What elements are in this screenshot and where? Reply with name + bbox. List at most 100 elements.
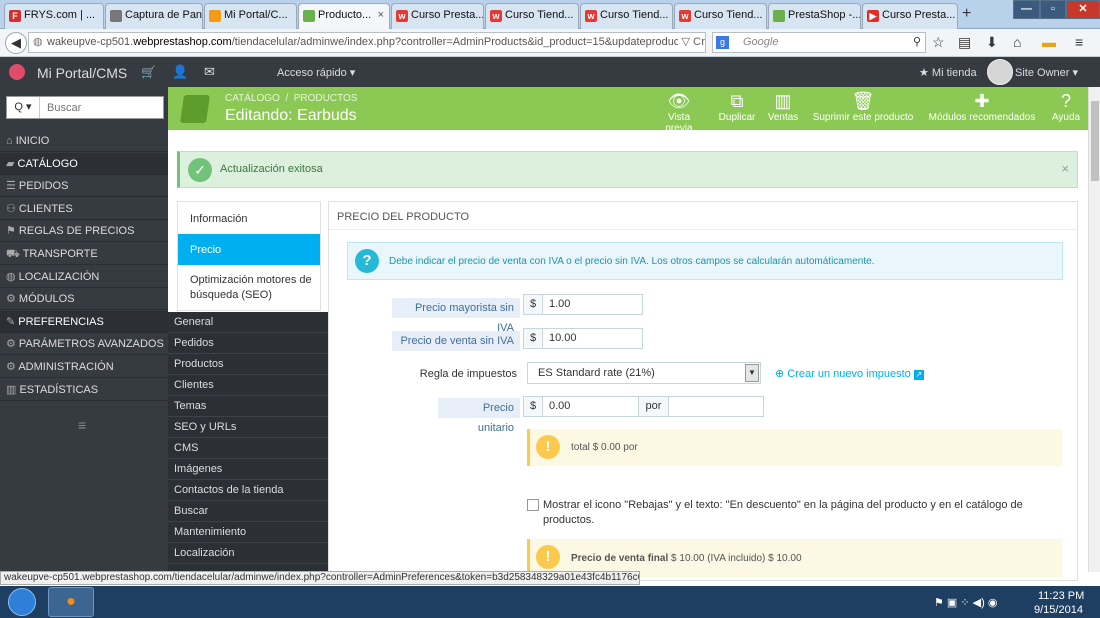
url-prefix: wakeupve-cp501. bbox=[47, 36, 134, 48]
select-arrow-icon[interactable]: ▼ bbox=[745, 364, 759, 382]
submenu-item[interactable]: Temas bbox=[168, 396, 330, 417]
user-menu[interactable]: Site Owner ▾ bbox=[1015, 66, 1078, 79]
browser-tab[interactable]: w Curso Tiend... bbox=[674, 3, 767, 29]
windows-start-icon[interactable] bbox=[8, 588, 36, 616]
sidebar-item-0[interactable]: ⌂ INICIO bbox=[0, 130, 168, 152]
product-tabs: Información Precio Optimización motores … bbox=[177, 201, 321, 311]
toolbar-button-5[interactable]: ? Ayuda bbox=[1048, 91, 1084, 123]
browser-tab[interactable]: Mi Portal/C... bbox=[204, 3, 297, 29]
submenu-item[interactable]: SEO y URLs bbox=[168, 417, 330, 438]
url-bar[interactable]: ◍ wakeupve-cp501.webprestashop.com/tiend… bbox=[28, 32, 706, 53]
create-tax-link[interactable]: ⊕ Crear un nuevo impuesto ↗ bbox=[775, 367, 924, 380]
sidebar-item-5[interactable]: ⛟ TRANSPORTE bbox=[0, 243, 168, 265]
page-scrollbar[interactable] bbox=[1088, 87, 1100, 572]
sidebar-item-1[interactable]: ▰ CATÁLOGO bbox=[0, 152, 168, 175]
sidebar-item-6[interactable]: ◍ LOCALIZACIÓN bbox=[0, 266, 168, 288]
sidebar-item-2[interactable]: ☰ PEDIDOS bbox=[0, 175, 168, 198]
submenu-item[interactable]: Imágenes bbox=[168, 459, 330, 480]
home-icon[interactable]: ⌂ bbox=[1013, 34, 1021, 50]
submenu-item[interactable]: Mantenimiento bbox=[168, 522, 330, 543]
toolbar-button-0[interactable]: 👁 Vista previa bbox=[653, 91, 705, 134]
wholesale-price-input[interactable]: 1.00 bbox=[542, 294, 643, 315]
download-icon[interactable]: ⬇ bbox=[986, 34, 998, 51]
submenu-item[interactable]: Localización bbox=[168, 543, 330, 564]
browser-tab[interactable]: Producto... × bbox=[298, 3, 390, 30]
maximize-button[interactable]: ▫ bbox=[1040, 0, 1066, 19]
tab-precio[interactable]: Precio bbox=[178, 234, 320, 265]
minimize-button[interactable]: — bbox=[1013, 0, 1040, 19]
breadcrumb: CATÁLOGO / PRODUCTOS bbox=[225, 93, 357, 104]
sidebar-item-4[interactable]: ⚑ REGLAS DE PRECIOS bbox=[0, 220, 168, 243]
tab-close-icon[interactable]: × bbox=[378, 9, 384, 21]
submenu-item[interactable]: Contactos de la tienda bbox=[168, 480, 330, 501]
toolbar-label: Duplicar bbox=[718, 112, 756, 123]
discount-label[interactable]: Mostrar el icono "Rebajas" y el texto: "… bbox=[543, 498, 1043, 528]
search-type-dropdown[interactable]: Q ▾ bbox=[7, 97, 40, 118]
toolbar-button-1[interactable]: ⧉ Duplicar bbox=[717, 91, 757, 123]
my-store-link[interactable]: ★ Mi tienda bbox=[919, 66, 977, 79]
back-arrow-icon[interactable]: ◀ bbox=[5, 32, 27, 54]
quick-access-menu[interactable]: Acceso rápido ▾ bbox=[277, 66, 355, 79]
user-icon[interactable]: 👤 bbox=[172, 64, 188, 80]
sidebar-item-icon: ⚑ bbox=[6, 225, 19, 238]
submenu-item[interactable]: Pedidos bbox=[168, 333, 330, 354]
submenu-item[interactable]: General bbox=[168, 312, 330, 333]
sidebar-item-8[interactable]: ✎ PREFERENCIAS bbox=[0, 310, 168, 333]
search-input[interactable] bbox=[41, 97, 161, 118]
browser-tab[interactable]: w Curso Tiend... bbox=[485, 3, 579, 29]
browser-tab[interactable]: Captura de Pant... bbox=[105, 3, 203, 29]
sidebar-item-11[interactable]: ▥ ESTADÍSTICAS bbox=[0, 379, 168, 401]
sidebar-collapse-icon[interactable]: ≡ bbox=[78, 417, 86, 433]
toolbar-button-4[interactable]: ✚ Módulos recomendados bbox=[925, 91, 1039, 123]
bookmarks-list-icon[interactable]: ▤ bbox=[958, 34, 971, 51]
tab-seo[interactable]: Optimización motores de búsqueda (SEO) bbox=[178, 268, 320, 308]
clock-time[interactable]: 11:23 PM bbox=[1038, 590, 1084, 602]
browser-tab[interactable]: F FRYS.com | ... bbox=[4, 3, 104, 29]
close-window-button[interactable]: ✕ bbox=[1066, 0, 1100, 19]
browser-tab[interactable]: PrestaShop -... bbox=[768, 3, 861, 29]
unit-price-input[interactable]: 0.00 bbox=[542, 396, 639, 417]
scrollbar-thumb[interactable] bbox=[1091, 101, 1099, 181]
breadcrumb-catalog[interactable]: CATÁLOGO bbox=[225, 93, 280, 104]
google-icon[interactable]: g bbox=[716, 36, 729, 49]
unit-currency: $ bbox=[523, 396, 543, 417]
toolbar-button-3[interactable]: 🗑 Suprimir este producto bbox=[809, 91, 917, 123]
sidebar-item-label: CATÁLOGO bbox=[17, 157, 78, 170]
browser-tab[interactable]: w Curso Presta... bbox=[391, 3, 484, 29]
toolbar-button-2[interactable]: ▥ Ventas bbox=[766, 91, 800, 123]
mail-icon[interactable]: ✉ bbox=[204, 64, 215, 80]
avatar[interactable] bbox=[987, 59, 1013, 85]
submenu-item[interactable]: Buscar bbox=[168, 501, 330, 522]
firefox-taskbar-icon[interactable]: ● bbox=[48, 587, 94, 617]
unit-per-input[interactable] bbox=[668, 396, 764, 417]
sidebar-item-7[interactable]: ⚙ MÓDULOS bbox=[0, 288, 168, 311]
sidebar-item-3[interactable]: ⚇ CLIENTES bbox=[0, 198, 168, 220]
search-magnifier-icon[interactable]: ⚲ bbox=[913, 33, 921, 52]
submenu-item[interactable]: Productos bbox=[168, 354, 330, 375]
sidebar-item-icon: ⛟ bbox=[6, 248, 23, 260]
submenu-item[interactable]: CMS bbox=[168, 438, 330, 459]
sidebar-item-9[interactable]: ⚙ PARÁMETROS AVANZADOS bbox=[0, 333, 168, 356]
new-tab-button[interactable]: + bbox=[962, 5, 971, 23]
sidebar-item-10[interactable]: ⚙ ADMINISTRACIÓN bbox=[0, 356, 168, 378]
admin-title[interactable]: Mi Portal/CMS bbox=[37, 65, 127, 81]
retail-price-input[interactable]: 10.00 bbox=[542, 328, 643, 349]
discount-checkbox[interactable] bbox=[527, 499, 539, 511]
browser-tab[interactable]: ▶ Curso Presta... bbox=[862, 3, 958, 29]
clock-date[interactable]: 9/15/2014 bbox=[1034, 604, 1083, 616]
bookmark-star-icon[interactable]: ☆ bbox=[932, 34, 945, 51]
menu-icon[interactable]: ≡ bbox=[1075, 34, 1083, 50]
tray-icons[interactable]: ⚑ ▣ ⁘ ◀) ◉ bbox=[934, 596, 997, 609]
tax-rule-select[interactable]: ES Standard rate (21%) ▼ bbox=[527, 362, 761, 384]
cart-icon[interactable]: 🛒 bbox=[141, 65, 156, 79]
reload-icon[interactable]: ▽ C bbox=[677, 33, 701, 52]
tab-informacion[interactable]: Información bbox=[178, 202, 320, 234]
submenu-item[interactable]: Clientes bbox=[168, 375, 330, 396]
browser-tab[interactable]: w Curso Tiend... bbox=[580, 3, 673, 29]
search-engine-box[interactable]: g Google ⚲ bbox=[712, 32, 926, 53]
search-engine-placeholder: Google bbox=[743, 36, 779, 48]
alert-close-icon[interactable]: × bbox=[1061, 161, 1069, 176]
breadcrumb-products[interactable]: PRODUCTOS bbox=[294, 93, 358, 104]
extension-icon[interactable]: ▬ bbox=[1042, 34, 1056, 50]
prestashop-logo-icon[interactable] bbox=[9, 64, 25, 80]
